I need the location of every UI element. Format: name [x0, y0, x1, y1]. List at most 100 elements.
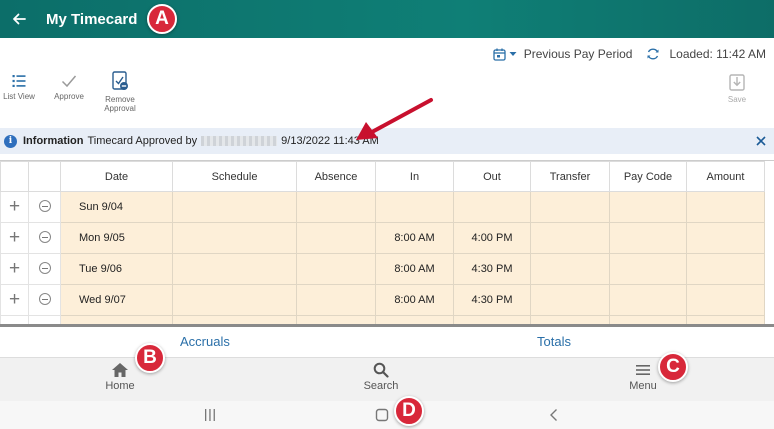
amount-cell[interactable]: [686, 222, 765, 254]
out-cell[interactable]: 4:30 PM: [453, 253, 531, 285]
date-cell[interactable]: Tue 9/06: [60, 253, 173, 285]
pay-code-cell[interactable]: [609, 222, 687, 254]
list-view-button[interactable]: List View: [0, 74, 44, 101]
back-chevron-icon[interactable]: [548, 408, 560, 422]
partial-cell: [172, 315, 297, 324]
system-navigation-bar: [0, 401, 774, 429]
in-cell[interactable]: 8:00 AM: [375, 222, 454, 254]
date-cell[interactable]: Mon 9/05: [60, 222, 173, 254]
remove-row-button[interactable]: [28, 191, 61, 223]
table-row: + Sun 9/04: [0, 191, 765, 223]
remove-approval-icon: [112, 71, 128, 90]
pay-period-selector[interactable]: Previous Pay Period: [493, 47, 632, 61]
partial-cell: [296, 315, 376, 324]
home-square-icon[interactable]: [375, 408, 389, 422]
pay-period-bar: Previous Pay Period Loaded: 11:42 AM: [0, 38, 774, 70]
close-icon[interactable]: [754, 134, 768, 148]
absence-cell[interactable]: [296, 253, 376, 285]
add-row-button[interactable]: +: [0, 253, 29, 285]
remove-row-button[interactable]: [28, 284, 61, 316]
pay-code-cell[interactable]: [609, 191, 687, 223]
minus-circle-icon: [38, 199, 51, 212]
calendar-icon: [493, 48, 506, 61]
caret-down-icon: [509, 52, 517, 56]
nav-search[interactable]: Search: [341, 362, 421, 392]
partial-cell: [530, 315, 610, 324]
schedule-cell[interactable]: [172, 222, 297, 254]
back-button[interactable]: [2, 0, 36, 38]
amount-cell[interactable]: [686, 191, 765, 223]
add-row-button[interactable]: +: [0, 222, 29, 254]
nav-search-label: Search: [363, 380, 399, 392]
page-title: My Timecard: [46, 10, 138, 28]
info-icon: i: [4, 134, 17, 148]
summary-tabs: Accruals Totals: [0, 324, 774, 357]
add-row-button[interactable]: +: [0, 284, 29, 316]
add-column-header: [0, 161, 29, 192]
banner-label: Information: [23, 135, 84, 147]
in-cell[interactable]: [375, 191, 454, 223]
pay-code-cell[interactable]: [609, 253, 687, 285]
save-label: Save: [727, 95, 747, 104]
refresh-icon: [647, 48, 659, 60]
remove-row-button[interactable]: [28, 222, 61, 254]
absence-cell[interactable]: [296, 191, 376, 223]
date-cell[interactable]: Wed 9/07: [60, 284, 173, 316]
column-header[interactable]: Schedule: [172, 161, 297, 192]
checkmark-icon: [61, 75, 77, 88]
back-arrow-icon: [13, 13, 26, 25]
column-header[interactable]: Out: [453, 161, 531, 192]
column-header[interactable]: Transfer: [530, 161, 610, 192]
callout-badge-d: D: [394, 396, 424, 426]
partial-cell: [686, 315, 765, 324]
column-header[interactable]: Amount: [686, 161, 765, 192]
out-cell[interactable]: 4:00 PM: [453, 222, 531, 254]
tab-totals[interactable]: Totals: [537, 334, 571, 349]
schedule-cell[interactable]: [172, 253, 297, 285]
amount-cell[interactable]: [686, 253, 765, 285]
schedule-cell[interactable]: [172, 191, 297, 223]
minus-circle-icon: [38, 230, 51, 243]
transfer-cell[interactable]: [530, 284, 610, 316]
pay-code-cell[interactable]: [609, 284, 687, 316]
annotation-arrow: [356, 98, 433, 140]
transfer-cell[interactable]: [530, 191, 610, 223]
refresh-area[interactable]: Loaded: 11:42 AM: [646, 47, 766, 61]
amount-cell[interactable]: [686, 284, 765, 316]
plus-icon: +: [8, 289, 21, 310]
save-button[interactable]: Save: [712, 74, 762, 104]
transfer-cell[interactable]: [530, 253, 610, 285]
plus-icon: +: [8, 258, 21, 279]
plus-icon: +: [8, 227, 21, 248]
approve-button[interactable]: Approve: [44, 74, 94, 101]
app-header: My Timecard: [0, 0, 774, 38]
list-view-label: List View: [3, 92, 35, 101]
remove-row-button[interactable]: [28, 253, 61, 285]
timecard-table: Date Schedule Absence In Out Transfer Pa…: [0, 161, 765, 324]
absence-cell[interactable]: [296, 284, 376, 316]
absence-cell[interactable]: [296, 222, 376, 254]
column-header[interactable]: Absence: [296, 161, 376, 192]
date-cell[interactable]: Sun 9/04: [60, 191, 173, 223]
minus-circle-icon: [38, 261, 51, 274]
partial-cell: [28, 315, 61, 324]
home-icon: [112, 363, 128, 377]
callout-badge-c: C: [658, 352, 688, 382]
tab-accruals[interactable]: Accruals: [180, 334, 230, 349]
table-row-partial: [0, 315, 765, 324]
table-header-row: Date Schedule Absence In Out Transfer Pa…: [0, 161, 765, 192]
column-header[interactable]: Pay Code: [609, 161, 687, 192]
out-cell[interactable]: [453, 191, 531, 223]
transfer-cell[interactable]: [530, 222, 610, 254]
schedule-cell[interactable]: [172, 284, 297, 316]
callout-badge-b: B: [135, 343, 165, 373]
column-header[interactable]: Date: [60, 161, 173, 192]
column-header[interactable]: In: [375, 161, 454, 192]
in-cell[interactable]: 8:00 AM: [375, 253, 454, 285]
in-cell[interactable]: 8:00 AM: [375, 284, 454, 316]
out-cell[interactable]: 4:30 PM: [453, 284, 531, 316]
recent-apps-icon[interactable]: [203, 408, 217, 422]
table-row: + Tue 9/06 8:00 AM 4:30 PM: [0, 253, 765, 285]
remove-approval-button[interactable]: Remove Approval: [95, 71, 145, 113]
add-row-button[interactable]: +: [0, 191, 29, 223]
